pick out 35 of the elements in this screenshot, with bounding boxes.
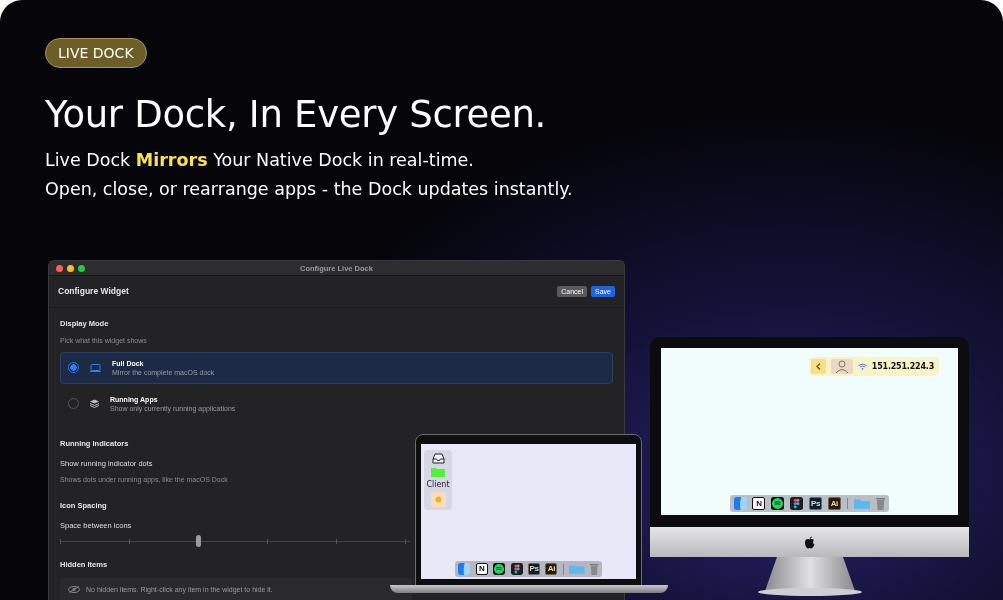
- app-tile[interactable]: N: [752, 497, 766, 511]
- stack-icon: [90, 399, 99, 409]
- headline: Your Dock, In Every Screen.: [45, 92, 548, 138]
- product-badge: LIVE DOCK: [45, 38, 147, 68]
- app-tile[interactable]: Ps: [528, 563, 540, 576]
- app-tile[interactable]: Ps: [809, 497, 822, 511]
- person-avatar-icon: [830, 359, 853, 374]
- zoom-button[interactable]: [78, 264, 85, 272]
- chevron-left-icon: [815, 363, 821, 370]
- spacing-slider[interactable]: [60, 535, 410, 548]
- inbox-tray-icon[interactable]: [431, 453, 445, 464]
- folder-label: Client: [426, 480, 450, 489]
- slider-thumb[interactable]: [195, 535, 201, 548]
- app-tile[interactable]: Ai: [545, 563, 558, 576]
- apple-logo-icon: [804, 535, 815, 549]
- tagline: Live Dock Mirrors Your Native Dock in real-time.: [45, 149, 475, 172]
- tagline: Open, close, or rearrange apps - the Dock updates instantly.: [45, 178, 574, 201]
- ip-address: 151.251.224.3: [871, 360, 934, 373]
- dots-tile-icon[interactable]: [790, 497, 804, 511]
- minimize-button[interactable]: [67, 264, 74, 272]
- app-tile[interactable]: N: [475, 563, 488, 576]
- trash-icon[interactable]: [590, 563, 599, 576]
- hidden-eye-icon: [68, 586, 80, 593]
- back-button[interactable]: [810, 359, 826, 374]
- emoji-tile-icon[interactable]: [430, 492, 446, 507]
- wifi-icon: [857, 363, 867, 370]
- close-button[interactable]: [56, 264, 63, 272]
- radio-button[interactable]: [68, 362, 79, 374]
- wave-circle-icon[interactable]: [771, 497, 785, 511]
- app-tile[interactable]: Ai: [827, 497, 841, 511]
- trash-icon[interactable]: [876, 497, 886, 511]
- wave-circle-icon[interactable]: [493, 563, 506, 576]
- dots-tile-icon[interactable]: [510, 563, 523, 576]
- laptop-icon: [90, 363, 101, 372]
- panel-title: Configure Widget: [58, 286, 129, 297]
